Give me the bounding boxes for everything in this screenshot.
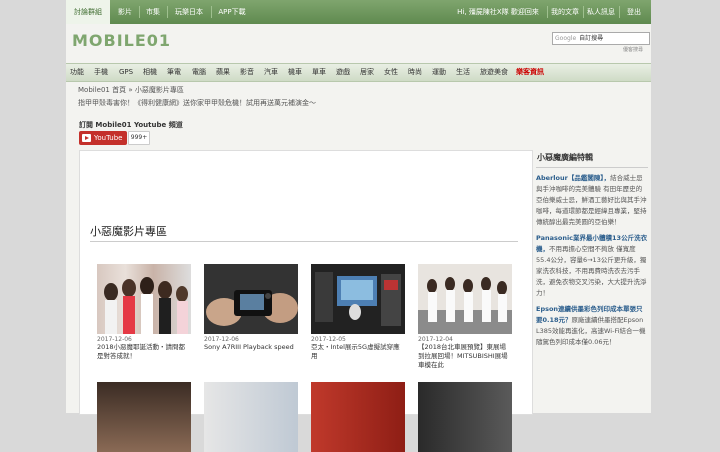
video-card[interactable]: 2017-12-06 Sony A7RIII Playback speed bbox=[204, 264, 298, 352]
site-logo[interactable]: MOBILE01 bbox=[72, 29, 171, 51]
category-5[interactable]: 筆電 bbox=[167, 64, 181, 81]
video-card[interactable] bbox=[311, 382, 405, 452]
topnav-video[interactable]: 影片 bbox=[112, 0, 138, 24]
sidebar-article[interactable]: Panasonic業界最小體積13公斤洗衣機，不用再擔心空間不夠放 僅寬度55.… bbox=[536, 233, 648, 299]
logo-text: MOBILE01 bbox=[72, 30, 172, 50]
category-15[interactable]: 時尚 bbox=[408, 64, 422, 81]
youtube-play-icon bbox=[82, 134, 91, 142]
video-thumbnail[interactable] bbox=[311, 382, 405, 452]
topnav-my-posts[interactable]: 我的文章 bbox=[548, 0, 582, 24]
video-title[interactable]: 2018小惡魔耶誕活動・請問都是對答成就！ bbox=[97, 343, 191, 361]
video-thumbnail[interactable] bbox=[418, 382, 512, 452]
category-10[interactable]: 機車 bbox=[288, 64, 302, 81]
search-google-label: Google bbox=[555, 35, 577, 42]
sidebar: 小惡魔廣編特輯 Aberlour【品鑑閣陳】，結合威士忌與手沖咖啡的完美體驗 有… bbox=[536, 150, 648, 348]
sidebar-article-title[interactable]: Aberlour【品鑑閣陳】， bbox=[536, 174, 610, 182]
topnav-forum[interactable]: 討論群組 bbox=[66, 0, 110, 24]
category-8[interactable]: 影音 bbox=[240, 64, 254, 81]
section-title: 小惡魔影片專區 bbox=[90, 225, 167, 238]
video-thumbnail[interactable] bbox=[418, 264, 512, 334]
topnav-messages[interactable]: 私人訊息 bbox=[584, 0, 618, 24]
topnav-japan[interactable]: 玩樂日本 bbox=[168, 0, 210, 24]
video-date: 2017-12-06 bbox=[97, 336, 132, 343]
topnav-user-greeting[interactable]: Hi, 殭屍陳社X隊 歡迎回來 bbox=[450, 0, 546, 24]
category-bar: 功能 手機 GPS 相機 筆電 電腦 蘋果 影音 汽車 機車 單車 遊戲 居家 女性 時尚 運動 生活 旅遊美食樂… bbox=[66, 63, 651, 82]
category-16[interactable]: 運動 bbox=[432, 64, 446, 81]
youtube-button-label: YouTube bbox=[94, 134, 123, 142]
sidebar-article-body: 不用再擔心空間不夠放 僅寬度55.4公分，容量6→13公斤更升級，獨家洗衣科技，… bbox=[536, 245, 647, 297]
promo-tagline[interactable]: 指甲甲殼毒害你！《得利健康網》送你家甲甲殼危機！試用再送萬元補演金～ bbox=[78, 98, 316, 108]
subscriber-count: 999+ bbox=[128, 131, 150, 145]
video-thumbnail[interactable] bbox=[97, 264, 191, 334]
page: 討論群組 影片 市集 玩樂日本 APP下載 Hi, 殭屍陳社X隊 歡迎回來 我的… bbox=[66, 0, 651, 452]
video-title[interactable]: 亞太・Intel展示5G虛擬試穿應用 bbox=[311, 343, 405, 361]
video-date: 2017-12-05 bbox=[311, 336, 346, 343]
video-card[interactable]: 2017-12-05 亞太・Intel展示5G虛擬試穿應用 bbox=[311, 264, 405, 361]
video-thumbnail[interactable] bbox=[311, 264, 405, 334]
youtube-subscribe-button[interactable]: YouTube bbox=[79, 131, 127, 145]
video-card[interactable]: 2017-12-06 2018小惡魔耶誕活動・請問都是對答成就！ bbox=[97, 264, 191, 361]
category-14[interactable]: 女性 bbox=[384, 64, 398, 81]
video-card[interactable] bbox=[418, 382, 512, 452]
search-value: 自訂搜尋 bbox=[579, 35, 604, 42]
sidebar-article[interactable]: Epson連續供墨彩色列印成本單張只要0.18元？原廠連續供墨搭配Epson L… bbox=[536, 304, 648, 348]
topnav-app[interactable]: APP下載 bbox=[212, 0, 252, 24]
breadcrumb[interactable]: Mobile01 首頁 » 小惡魔影片專區 bbox=[78, 85, 184, 95]
category-1[interactable]: 功能 bbox=[70, 64, 84, 81]
topnav-market[interactable]: 市集 bbox=[140, 0, 166, 24]
category-3[interactable]: GPS bbox=[119, 64, 133, 81]
category-7[interactable]: 蘋果 bbox=[216, 64, 230, 81]
topnav-logout[interactable]: 登出 bbox=[620, 0, 648, 24]
category-2[interactable]: 手機 bbox=[94, 64, 108, 81]
category-9[interactable]: 汽車 bbox=[264, 64, 278, 81]
category-17[interactable]: 生活 bbox=[456, 64, 470, 81]
category-19[interactable]: 樂客資訊 bbox=[516, 64, 544, 81]
category-6[interactable]: 電腦 bbox=[192, 64, 206, 81]
search-input[interactable]: Google 自訂搜尋 bbox=[552, 32, 650, 45]
category-18[interactable]: 旅遊美食 bbox=[480, 64, 508, 81]
sidebar-heading: 小惡魔廣編特輯 bbox=[536, 150, 648, 168]
video-card[interactable]: 2017-12-04 【2018台北車展預覽】東展場到拉展回場！MITSUBIS… bbox=[418, 264, 512, 370]
top-navigation: 討論群組 影片 市集 玩樂日本 APP下載 Hi, 殭屍陳社X隊 歡迎回來 我的… bbox=[66, 0, 651, 24]
video-card[interactable] bbox=[97, 382, 191, 452]
video-thumbnail[interactable] bbox=[97, 382, 191, 452]
video-date: 2017-12-04 bbox=[418, 336, 453, 343]
video-card[interactable] bbox=[204, 382, 298, 452]
video-title[interactable]: Sony A7RIII Playback speed bbox=[204, 343, 298, 352]
video-thumbnail[interactable] bbox=[204, 382, 298, 452]
youtube-subscribe-label: 訂閱 Mobile01 Youtube 頻道 bbox=[79, 121, 183, 129]
search-hint: 優客搜尋 bbox=[623, 47, 644, 53]
video-title[interactable]: 【2018台北車展預覽】東展場到拉展回場！MITSUBISHI展場車模在此 bbox=[418, 343, 512, 370]
main-content: 小惡魔影片專區 2017-12-06 2018小惡魔耶誕活動・請問都是對答成就！ bbox=[79, 150, 533, 452]
category-13[interactable]: 居家 bbox=[360, 64, 374, 81]
video-thumbnail[interactable] bbox=[204, 264, 298, 334]
video-date: 2017-12-06 bbox=[204, 336, 239, 343]
category-4[interactable]: 相機 bbox=[143, 64, 157, 81]
section-divider bbox=[90, 241, 518, 242]
category-11[interactable]: 單車 bbox=[312, 64, 326, 81]
category-12[interactable]: 遊戲 bbox=[336, 64, 350, 81]
sidebar-article[interactable]: Aberlour【品鑑閣陳】，結合威士忌與手沖咖啡的完美體驗 有田年歷史的亞伯樂… bbox=[536, 173, 648, 228]
